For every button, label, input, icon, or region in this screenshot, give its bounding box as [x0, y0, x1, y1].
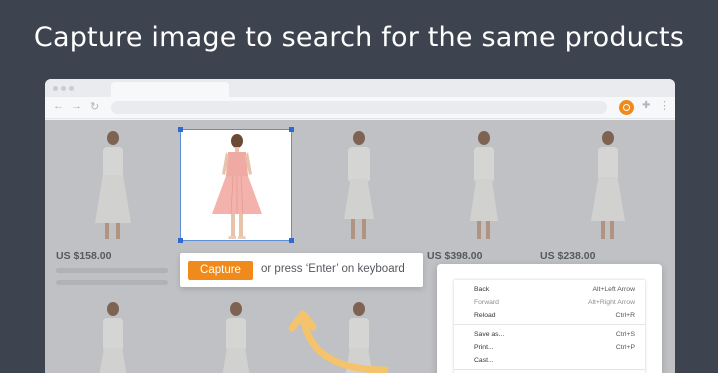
kebab-menu-icon[interactable]: ⋮	[659, 99, 670, 112]
curved-arrow-icon	[288, 310, 389, 373]
address-bar[interactable]	[111, 101, 607, 114]
product-image[interactable]	[464, 129, 504, 241]
context-menu-card: Back Alt+Left Arrow Forward Alt+Right Ar…	[437, 264, 662, 373]
product-image[interactable]	[588, 129, 628, 241]
image-search-extension-icon[interactable]	[619, 100, 634, 115]
tab-bar	[45, 79, 675, 97]
reload-icon[interactable]: ↻	[90, 100, 99, 113]
capture-hint: or press ‘Enter’ on keyboard	[261, 263, 405, 275]
window-dot[interactable]	[61, 86, 66, 91]
forward-arrow-icon[interactable]: →	[71, 100, 82, 112]
browser-toolbar: ← → ↻ ✚ ⋮	[45, 97, 675, 119]
back-arrow-icon[interactable]: ←	[53, 100, 64, 112]
capture-button[interactable]: Capture	[188, 261, 253, 280]
capture-selection[interactable]	[178, 127, 294, 243]
resize-handle[interactable]	[178, 127, 183, 132]
context-menu: Back Alt+Left Arrow Forward Alt+Right Ar…	[454, 280, 645, 373]
menu-separator	[454, 324, 645, 325]
product-image[interactable]	[339, 129, 379, 241]
browser-tab[interactable]	[111, 82, 229, 97]
window-dot[interactable]	[69, 86, 74, 91]
window-dot[interactable]	[53, 86, 58, 91]
puzzle-icon[interactable]: ✚	[642, 100, 650, 111]
title-placeholder	[56, 268, 168, 273]
resize-handle[interactable]	[289, 238, 294, 243]
resize-handle[interactable]	[289, 127, 294, 132]
menu-separator	[454, 369, 645, 370]
product-price: US $398.00	[427, 250, 483, 262]
pink-dress-image	[212, 134, 262, 239]
product-image[interactable]	[93, 129, 133, 241]
product-price: US $238.00	[540, 250, 596, 262]
title-placeholder	[56, 280, 168, 285]
headline: Capture image to search for the same pro…	[33, 22, 685, 53]
capture-toolbar: Capture or press ‘Enter’ on keyboard	[180, 253, 423, 287]
product-price: US $158.00	[56, 250, 112, 262]
product-image[interactable]	[216, 300, 256, 373]
product-image[interactable]	[93, 300, 133, 373]
resize-handle[interactable]	[178, 238, 183, 243]
